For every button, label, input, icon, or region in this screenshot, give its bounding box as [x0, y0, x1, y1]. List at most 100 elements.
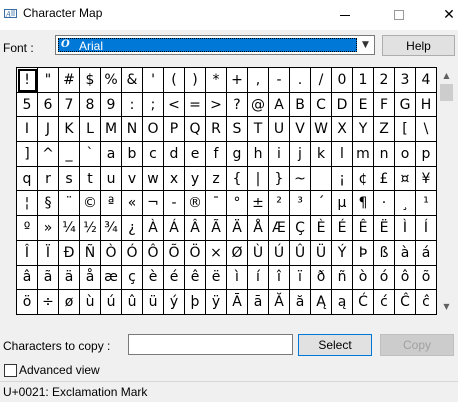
- character-cell[interactable]: C: [311, 92, 332, 118]
- character-cell[interactable]: ½: [80, 216, 101, 241]
- character-cell[interactable]: (: [164, 68, 185, 93]
- character-cell[interactable]: å: [80, 265, 101, 291]
- character-cell[interactable]: ×: [206, 240, 227, 266]
- character-cell[interactable]: =: [185, 92, 206, 118]
- character-cell[interactable]: Õ: [164, 240, 185, 266]
- character-cell[interactable]: Ä: [227, 216, 248, 241]
- character-cell[interactable]: í: [248, 265, 269, 291]
- character-cell[interactable]: ·: [374, 191, 395, 217]
- character-cell[interactable]: 0: [332, 68, 353, 93]
- character-cell[interactable]: à: [395, 240, 416, 266]
- scroll-up-icon[interactable]: ▲: [438, 67, 455, 84]
- character-cell[interactable]: l: [332, 142, 353, 167]
- character-cell[interactable]: q: [17, 166, 38, 192]
- character-cell[interactable]: ¬: [143, 191, 164, 217]
- character-cell[interactable]: Ø: [227, 240, 248, 266]
- character-cell[interactable]: ®: [185, 191, 206, 217]
- character-cell[interactable]: $: [80, 68, 101, 93]
- minimize-button[interactable]: [322, 0, 368, 30]
- character-cell[interactable]: ¶: [353, 191, 374, 217]
- character-cell[interactable]: 1: [353, 68, 374, 93]
- character-cell[interactable]: ü: [143, 290, 164, 315]
- character-cell[interactable]: O: [143, 117, 164, 143]
- character-cell[interactable]: é: [164, 265, 185, 291]
- character-cell[interactable]: Å: [248, 216, 269, 241]
- character-cell[interactable]: n: [374, 142, 395, 167]
- character-cell[interactable]: Ê: [353, 216, 374, 241]
- character-cell[interactable]: î: [269, 265, 290, 291]
- character-cell[interactable]: Û: [290, 240, 311, 266]
- character-cell[interactable]: m: [353, 142, 374, 167]
- character-cell[interactable]: 8: [80, 92, 101, 118]
- character-cell[interactable]: |: [248, 166, 269, 192]
- character-cell[interactable]: ¿: [122, 216, 143, 241]
- character-cell[interactable]: ¥: [416, 166, 437, 192]
- character-cell[interactable]: Ü: [311, 240, 332, 266]
- character-cell[interactable]: v: [122, 166, 143, 192]
- character-cell[interactable]: Æ: [269, 216, 290, 241]
- character-cell[interactable]: Ć: [353, 290, 374, 315]
- character-cell[interactable]: Ç: [290, 216, 311, 241]
- character-cell[interactable]: ā: [248, 290, 269, 315]
- character-cell[interactable]: »: [38, 216, 59, 241]
- character-cell[interactable]: Ô: [143, 240, 164, 266]
- character-cell[interactable]: Ă: [269, 290, 290, 315]
- character-cell[interactable]: S: [227, 117, 248, 143]
- character-cell[interactable]: ~: [290, 166, 311, 192]
- character-cell[interactable]: ±: [248, 191, 269, 217]
- character-cell[interactable]: d: [164, 142, 185, 167]
- character-cell[interactable]: £: [374, 166, 395, 192]
- character-cell[interactable]: °: [227, 191, 248, 217]
- character-cell[interactable]: `: [80, 142, 101, 167]
- character-cell[interactable]: ë: [206, 265, 227, 291]
- scroll-down-icon[interactable]: ▼: [438, 298, 455, 315]
- character-cell[interactable]: ÿ: [206, 290, 227, 315]
- character-cell[interactable]: 9: [101, 92, 122, 118]
- character-cell[interactable]: ": [38, 68, 59, 93]
- character-cell[interactable]: *: [206, 68, 227, 93]
- character-cell[interactable]: 6: [38, 92, 59, 118]
- character-cell[interactable]: õ: [416, 265, 437, 291]
- character-cell[interactable]: Ù: [248, 240, 269, 266]
- character-cell[interactable]: @: [248, 92, 269, 118]
- character-cell[interactable]: þ: [185, 290, 206, 315]
- character-cell[interactable]: Í: [416, 216, 437, 241]
- character-cell[interactable]: Ĉ: [395, 290, 416, 315]
- advanced-view-label[interactable]: Advanced view: [19, 363, 100, 377]
- vertical-scrollbar[interactable]: ▲ ▼: [438, 67, 455, 315]
- character-cell[interactable]: Ë: [374, 216, 395, 241]
- character-cell[interactable]: 4: [416, 68, 437, 93]
- character-cell[interactable]: Y: [353, 117, 374, 143]
- character-cell[interactable]: U: [269, 117, 290, 143]
- character-cell[interactable]: ,: [248, 68, 269, 93]
- copy-button[interactable]: Copy: [380, 334, 454, 356]
- character-cell[interactable]: ì: [227, 265, 248, 291]
- character-cell[interactable]: }: [269, 166, 290, 192]
- character-cell[interactable]: o: [395, 142, 416, 167]
- character-cell[interactable]: ¾: [101, 216, 122, 241]
- character-cell[interactable]: ø: [59, 290, 80, 315]
- character-cell[interactable]: ]: [17, 142, 38, 167]
- character-cell[interactable]: ¯: [206, 191, 227, 217]
- character-cell[interactable]: ¹: [416, 191, 437, 217]
- character-cell[interactable]: ć: [374, 290, 395, 315]
- character-cell[interactable]: «: [122, 191, 143, 217]
- character-cell[interactable]: Q: [185, 117, 206, 143]
- character-cell[interactable]: Ö: [185, 240, 206, 266]
- character-cell[interactable]: <: [164, 92, 185, 118]
- character-cell[interactable]: Î: [17, 240, 38, 266]
- character-cell[interactable]: Ą: [311, 290, 332, 315]
- character-cell[interactable]: ²: [269, 191, 290, 217]
- character-cell[interactable]: a: [101, 142, 122, 167]
- character-cell[interactable]: _: [59, 142, 80, 167]
- character-cell[interactable]: [: [395, 117, 416, 143]
- character-cell[interactable]: i: [269, 142, 290, 167]
- character-cell[interactable]: f: [206, 142, 227, 167]
- character-cell[interactable]: É: [332, 216, 353, 241]
- character-cell[interactable]: E: [353, 92, 374, 118]
- character-cell[interactable]: [311, 166, 332, 192]
- character-cell[interactable]: ´: [311, 191, 332, 217]
- character-cell[interactable]: ?: [227, 92, 248, 118]
- character-cell[interactable]: Ì: [395, 216, 416, 241]
- character-cell[interactable]: 5: [17, 92, 38, 118]
